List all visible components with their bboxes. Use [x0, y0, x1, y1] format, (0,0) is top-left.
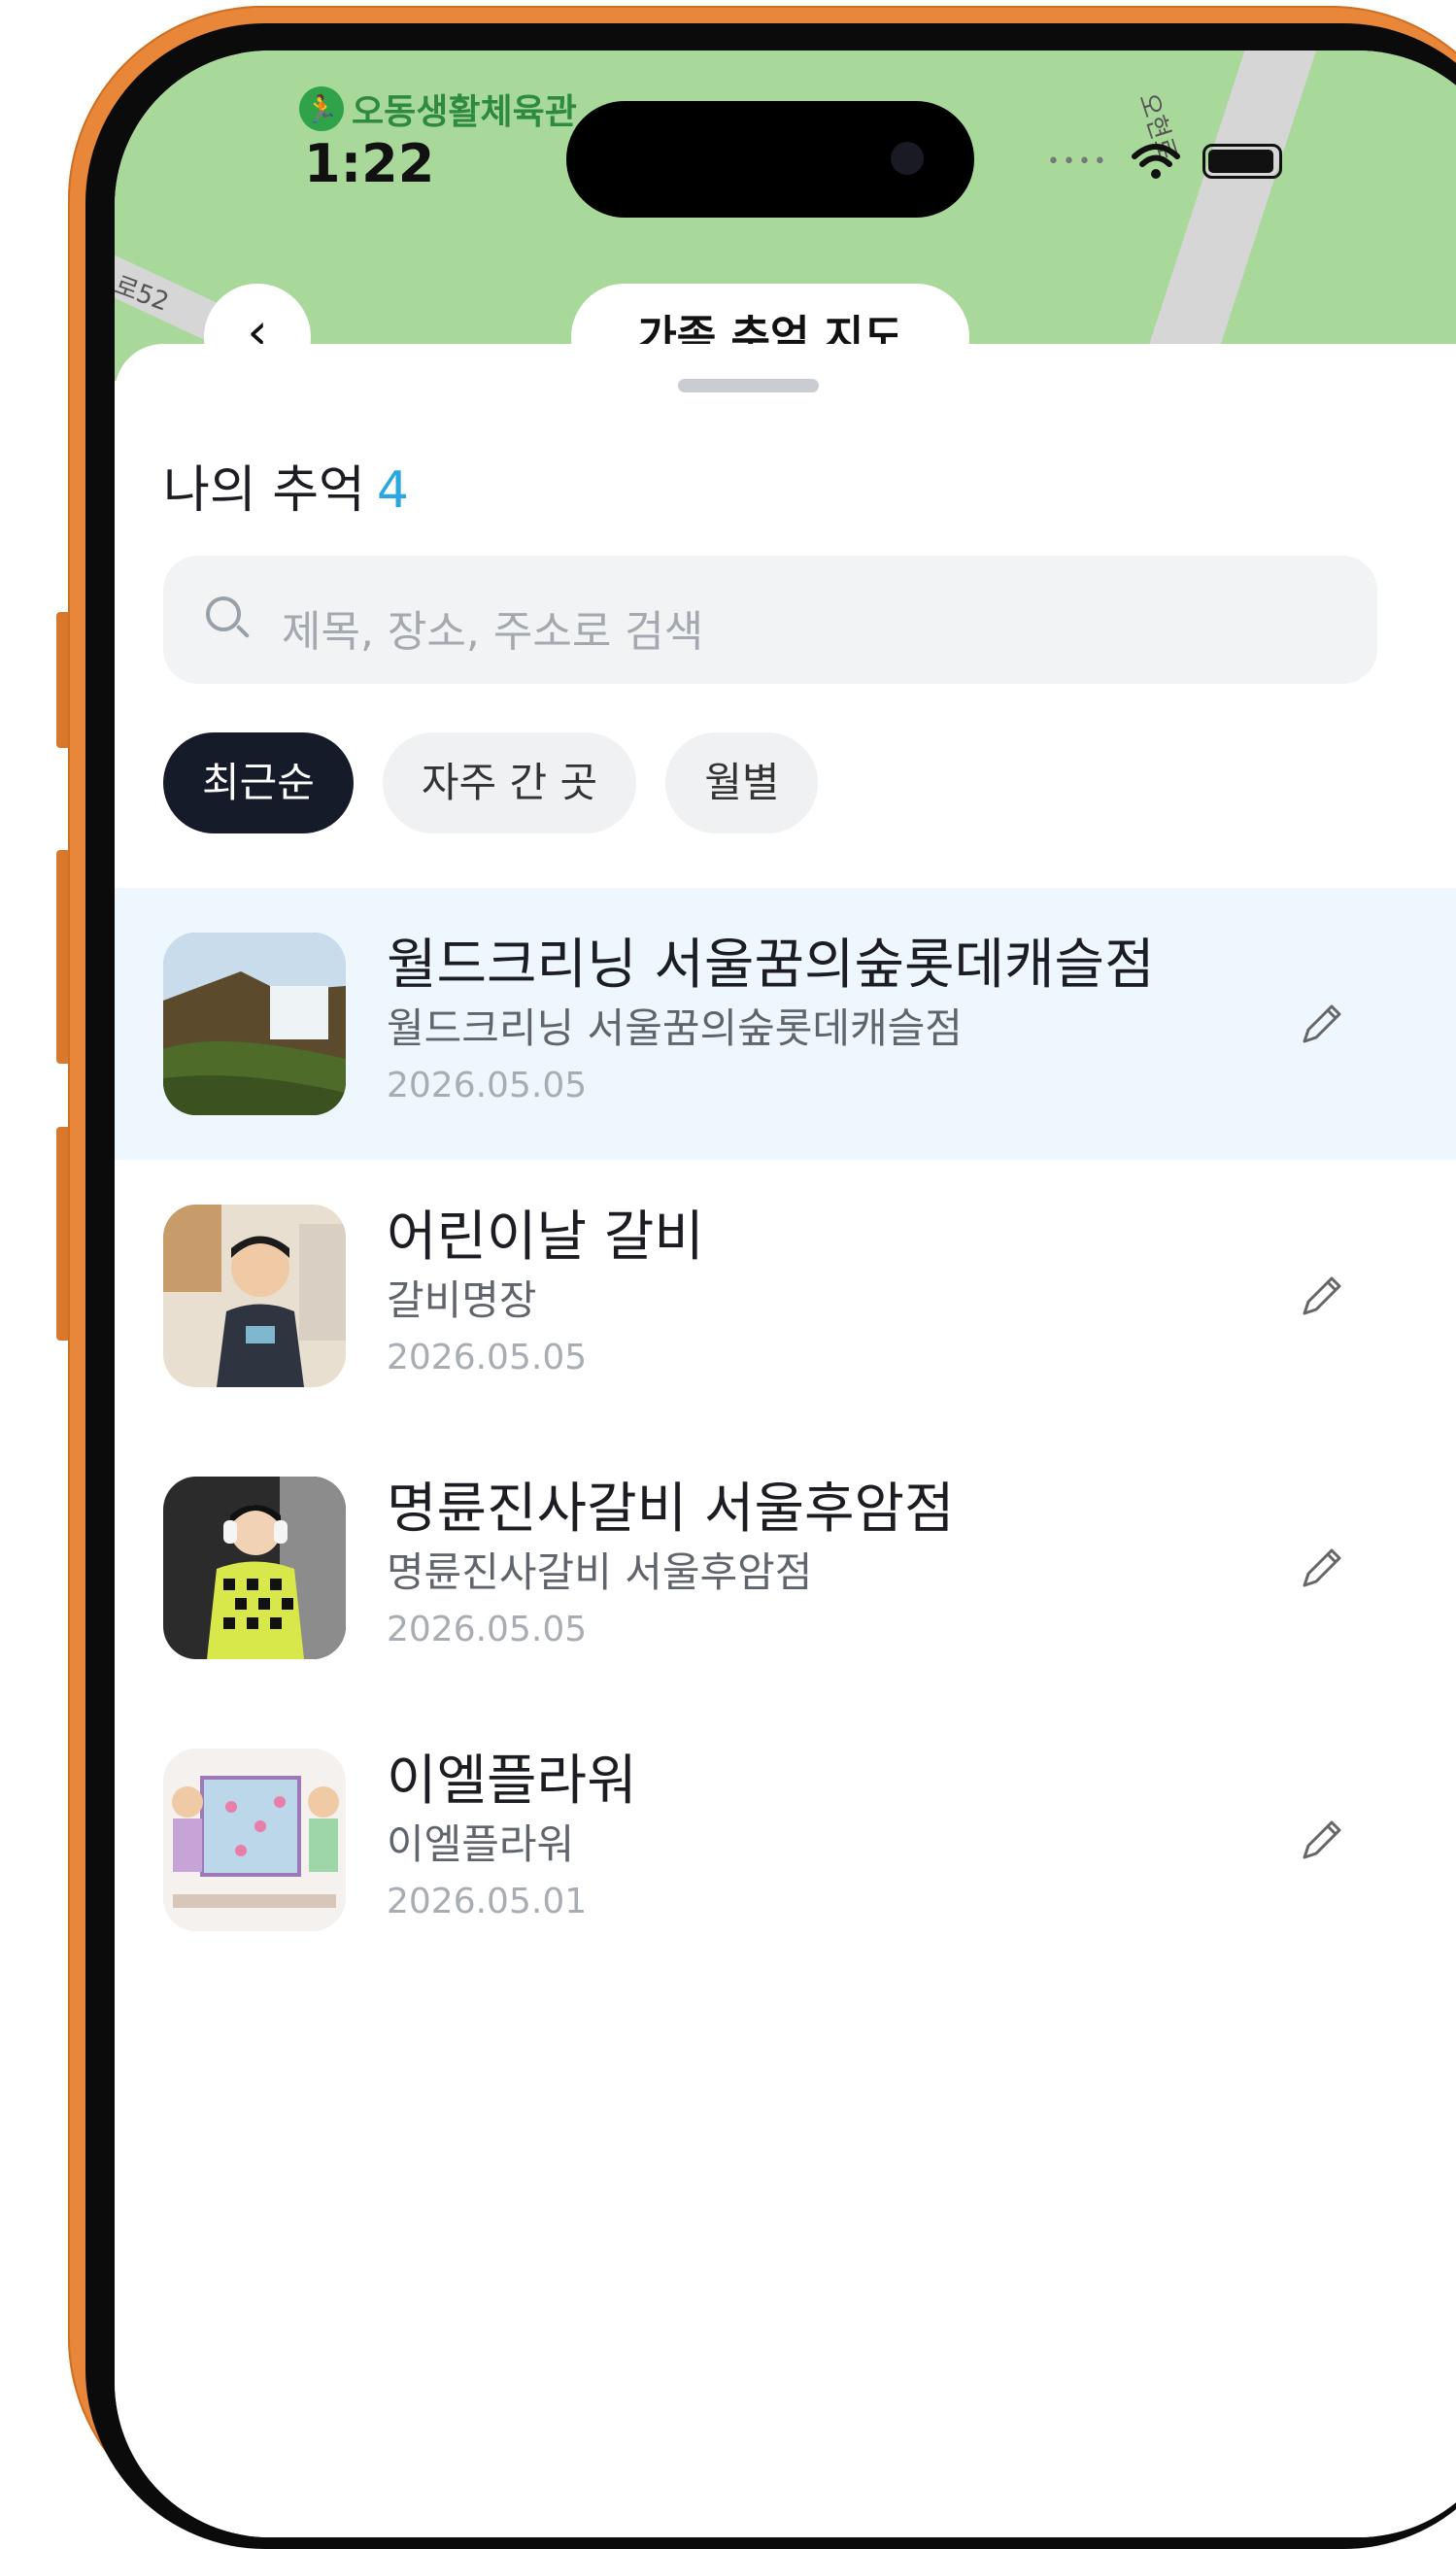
memory-info: 이엘플라워 이엘플라워 2026.05.01	[387, 1747, 637, 1931]
search-input[interactable]: 제목, 장소, 주소로 검색	[163, 556, 1377, 684]
list-item[interactable]: 이엘플라워 이엘플라워 2026.05.01	[115, 1704, 1456, 1976]
drawing-photo	[163, 1749, 346, 1931]
status-icons: ••••	[1047, 143, 1282, 180]
screen: 오현로 로52 🏃 오동생활체육관 1:22 •••• ‹ 가족 추억 지도 나…	[115, 51, 1456, 2537]
wifi-icon	[1131, 144, 1180, 179]
memory-date: 2026.05.05	[387, 1338, 588, 1377]
poi-label: 오동생활체육관	[352, 92, 577, 132]
battery-icon	[1202, 144, 1282, 179]
memory-title: 명륜진사갈비 서울후암점	[387, 1478, 955, 1541]
list-item[interactable]: 명륜진사갈비 서울후암점 명륜진사갈비 서울후암점 2026.05.05	[115, 1432, 1456, 1704]
pencil-icon[interactable]	[1295, 1541, 1349, 1595]
status-time: 1:22	[304, 133, 435, 194]
chip-monthly[interactable]: 월별	[665, 732, 819, 833]
waterfall-photo	[163, 933, 346, 1115]
map-poi[interactable]: 🏃 오동생활체육관	[299, 84, 577, 134]
memory-count: 4	[376, 461, 409, 520]
pencil-icon[interactable]	[1295, 1269, 1349, 1323]
pencil-icon[interactable]	[1295, 1813, 1349, 1867]
dynamic-island	[566, 101, 974, 218]
list-item[interactable]: 어린이날 갈비 갈비명장 2026.05.05	[115, 1160, 1456, 1432]
memory-info: 어린이날 갈비 갈비명장 2026.05.05	[387, 1203, 704, 1387]
camera-icon	[891, 142, 924, 175]
memory-info: 명륜진사갈비 서울후암점 명륜진사갈비 서울후암점 2026.05.05	[387, 1475, 955, 1659]
child-photo	[163, 1205, 346, 1387]
heading-label: 나의 추억	[163, 461, 365, 520]
search-icon	[206, 596, 241, 631]
memory-date: 2026.05.05	[387, 1610, 588, 1649]
search-placeholder: 제목, 장소, 주소로 검색	[282, 607, 704, 657]
sheet-handle[interactable]	[678, 379, 819, 392]
memory-place: 명륜진사갈비 서울후암점	[387, 1548, 813, 1596]
memory-title: 이엘플라워	[387, 1750, 637, 1813]
map-view[interactable]: 오현로 로52 🏃 오동생활체육관 1:22 •••• ‹ 가족 추억 지도	[115, 51, 1456, 381]
memory-title: 어린이날 갈비	[387, 1206, 704, 1269]
memory-title: 월드크리닝 서울꿈의숲롯데캐슬점	[387, 934, 1155, 997]
signal-icon: ••••	[1047, 149, 1109, 174]
running-icon: 🏃	[299, 86, 344, 131]
sheet-heading: 나의 추억 4	[163, 449, 409, 522]
memory-list: 월드크리닝 서울꿈의숲롯데캐슬점 월드크리닝 서울꿈의숲롯데캐슬점 2026.0…	[115, 888, 1456, 1976]
sort-chips: 최근순 자주 간 곳 월별	[163, 732, 819, 833]
child-jacket-photo	[163, 1477, 346, 1659]
chip-frequent[interactable]: 자주 간 곳	[382, 732, 637, 833]
chip-recent[interactable]: 최근순	[163, 732, 354, 833]
memory-info: 월드크리닝 서울꿈의숲롯데캐슬점 월드크리닝 서울꿈의숲롯데캐슬점 2026.0…	[387, 931, 1155, 1115]
list-item[interactable]: 월드크리닝 서울꿈의숲롯데캐슬점 월드크리닝 서울꿈의숲롯데캐슬점 2026.0…	[115, 888, 1456, 1160]
memory-place: 갈비명장	[387, 1276, 537, 1324]
pencil-icon[interactable]	[1295, 997, 1349, 1051]
memory-date: 2026.05.01	[387, 1882, 588, 1921]
memory-date: 2026.05.05	[387, 1066, 588, 1105]
memory-place: 월드크리닝 서울꿈의숲롯데캐슬점	[387, 1004, 963, 1052]
memory-place: 이엘플라워	[387, 1820, 575, 1868]
memory-sheet: 나의 추억 4 제목, 장소, 주소로 검색 최근순 자주 간 곳 월별 월드크…	[115, 344, 1456, 2537]
